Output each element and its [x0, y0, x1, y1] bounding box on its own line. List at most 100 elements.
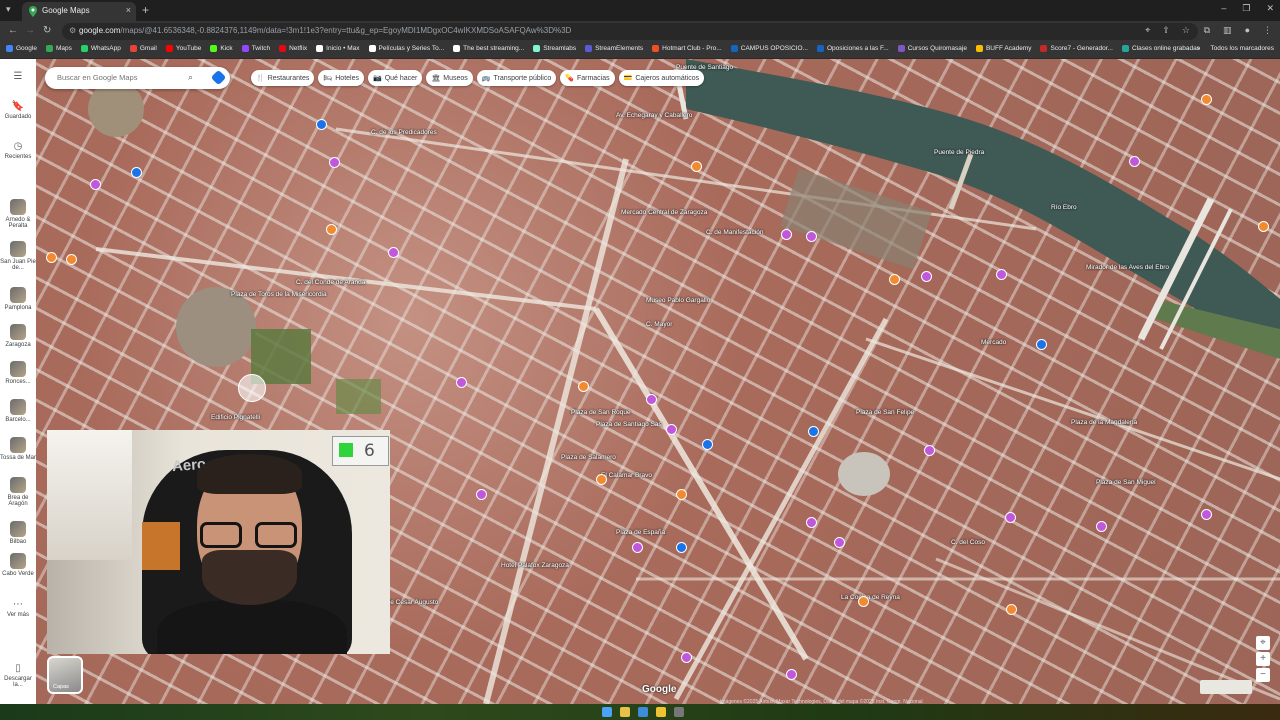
poi-pin-icon[interactable] — [131, 167, 142, 178]
reload-icon[interactable]: ↻ — [43, 25, 51, 36]
poi-pin-icon[interactable] — [806, 517, 817, 528]
map-label[interactable]: Plaza de San Felipe — [856, 409, 914, 416]
rail-place-item[interactable]: Arnedo & Peralta — [0, 199, 36, 229]
bookmark-item[interactable]: StreamElements — [585, 45, 643, 52]
new-tab-button[interactable]: + — [142, 3, 149, 17]
poi-pin-icon[interactable] — [1096, 521, 1107, 532]
poi-pin-icon[interactable] — [578, 381, 589, 392]
map-label[interactable]: Mercado Central de Zaragoza — [621, 209, 707, 216]
site-info-icon[interactable]: ⚙ — [69, 26, 76, 35]
back-icon[interactable]: ← — [8, 25, 18, 36]
chip-qu-hacer[interactable]: 📷 Qué hacer — [367, 70, 423, 86]
minimize-button[interactable]: – — [1221, 3, 1226, 14]
poi-pin-icon[interactable] — [1129, 156, 1140, 167]
extensions-icon[interactable]: ⧉ — [1204, 25, 1210, 36]
poi-pin-icon[interactable] — [921, 271, 932, 282]
poi-pin-icon[interactable] — [316, 119, 327, 130]
poi-pin-icon[interactable] — [1258, 221, 1269, 232]
chip-farmacias[interactable]: 💊 Farmacias — [560, 70, 615, 86]
poi-pin-icon[interactable] — [781, 229, 792, 240]
map-label[interactable]: C. del Coso — [951, 539, 985, 546]
bookmark-item[interactable]: WhatsApp — [80, 45, 121, 52]
poi-pin-icon[interactable] — [889, 274, 900, 285]
browser-tab[interactable]: Google Maps × — [22, 2, 136, 21]
rail-place-item[interactable]: Bilbao — [0, 521, 36, 545]
start-icon[interactable] — [602, 707, 612, 717]
poi-pin-icon[interactable] — [1201, 94, 1212, 105]
map-label[interactable]: Plaza de España — [616, 529, 665, 536]
bookmark-item[interactable]: Cursos Quiromasaje — [897, 45, 967, 52]
poi-pin-icon[interactable] — [924, 445, 935, 456]
zoom-out-button[interactable]: − — [1256, 668, 1270, 682]
address-bar[interactable]: ⚙ google.com/maps/@41.6536348,-0.8824376… — [62, 23, 1198, 40]
poi-pin-icon[interactable] — [66, 254, 77, 265]
map-scale-bar[interactable] — [1200, 680, 1252, 694]
rail-place-item[interactable]: Pamplona — [0, 287, 36, 311]
poi-pin-icon[interactable] — [702, 439, 713, 450]
bookmark-item[interactable]: Google — [6, 45, 37, 52]
bookmark-item[interactable]: Streamlabs — [533, 45, 576, 52]
street-view-marker[interactable] — [238, 374, 266, 402]
map-label[interactable]: Hotel Palafox Zaragoza — [501, 562, 569, 569]
share-icon[interactable]: ⇪ — [1162, 25, 1170, 36]
poi-pin-icon[interactable] — [329, 157, 340, 168]
tab-search-icon[interactable]: ▾ — [6, 4, 11, 15]
poi-pin-icon[interactable] — [858, 596, 869, 607]
explorer-icon[interactable] — [620, 707, 630, 717]
bookmark-item[interactable]: Clases online grabadas — [1122, 45, 1200, 52]
bookmark-item[interactable]: Twitch — [241, 45, 270, 52]
map-label[interactable]: Museo Pablo Gargallo — [646, 297, 710, 304]
search-icon[interactable]: ⌕ — [188, 72, 193, 83]
poi-pin-icon[interactable] — [476, 489, 487, 500]
bookmark-item[interactable]: Películas y Series To... — [368, 45, 444, 52]
rail-download-button[interactable]: ▯ Descargar la... — [0, 663, 36, 688]
bookmark-item[interactable]: Netflix — [279, 45, 307, 52]
bookmarks-overflow-button[interactable]: » — [1197, 45, 1201, 52]
poi-pin-icon[interactable] — [1006, 604, 1017, 615]
map-label[interactable]: El Calamar Bravo — [601, 472, 652, 479]
profile-avatar[interactable]: ● — [1245, 25, 1250, 36]
map-label[interactable]: Edificio Pignatelli — [211, 414, 260, 421]
bookmark-item[interactable]: Hotmart Club - Pro... — [652, 45, 722, 52]
poi-pin-icon[interactable] — [456, 377, 467, 388]
bookmark-item[interactable]: Gmail — [129, 45, 157, 52]
poi-pin-icon[interactable] — [666, 424, 677, 435]
poi-pin-icon[interactable] — [996, 269, 1007, 280]
map-label[interactable]: Plaza de Toros de la Misericordia — [231, 291, 327, 298]
bookmark-item[interactable]: YouTube — [165, 45, 201, 52]
my-location-icon[interactable]: ⌖ — [1256, 636, 1270, 650]
chip-hoteles[interactable]: 🛏 Hoteles — [318, 70, 364, 86]
poi-pin-icon[interactable] — [676, 489, 687, 500]
poi-pin-icon[interactable] — [326, 224, 337, 235]
tab-close-icon[interactable]: × — [126, 5, 131, 15]
poi-pin-icon[interactable] — [646, 394, 657, 405]
rail-saved-button[interactable]: 🔖 Guardado — [0, 101, 36, 120]
poi-pin-icon[interactable] — [1201, 509, 1212, 520]
rail-place-item[interactable]: Ronces... — [0, 361, 36, 385]
bookmark-item[interactable]: The best streaming... — [453, 45, 524, 52]
close-window-button[interactable]: ✕ — [1266, 3, 1274, 14]
map-label[interactable]: C. Mayor — [646, 321, 672, 328]
map-label[interactable]: Mercado — [981, 339, 1006, 346]
chip-restaurantes[interactable]: 🍴 Restaurantes — [251, 70, 315, 86]
rail-place-item[interactable]: Barcelo... — [0, 399, 36, 423]
rail-recent-button[interactable]: ◷ Recientes — [0, 141, 36, 160]
layers-button[interactable]: Capas — [47, 656, 83, 694]
map-label[interactable]: Plaza de San Miguel — [1096, 479, 1156, 486]
poi-pin-icon[interactable] — [786, 669, 797, 680]
rail-place-item[interactable]: Cabo Verde — [0, 553, 36, 577]
poi-pin-icon[interactable] — [806, 231, 817, 242]
rail-place-item[interactable]: Tossa de Mar — [0, 437, 36, 461]
obs-icon[interactable] — [674, 707, 684, 717]
map-label[interactable]: La Cocina de Reyna — [841, 594, 900, 601]
chip-cajeros-autom-ticos[interactable]: 💳 Cajeros automáticos — [618, 70, 705, 86]
forward-icon[interactable]: → — [25, 25, 35, 36]
bookmark-item[interactable]: BUFF Academy — [975, 45, 1031, 52]
rail-place-item[interactable]: San Juan Pie de... — [0, 241, 36, 271]
bookmark-item[interactable]: Maps — [45, 45, 72, 52]
bookmark-star-icon[interactable]: ☆ — [1182, 25, 1190, 36]
poi-pin-icon[interactable] — [1036, 339, 1047, 350]
chip-transporte-p-blico[interactable]: 🚌 Transporte público — [476, 70, 557, 86]
rail-more-button[interactable]: ⋯ Ver más — [0, 599, 36, 618]
rail-place-item[interactable]: Brea de Aragón — [0, 477, 36, 507]
